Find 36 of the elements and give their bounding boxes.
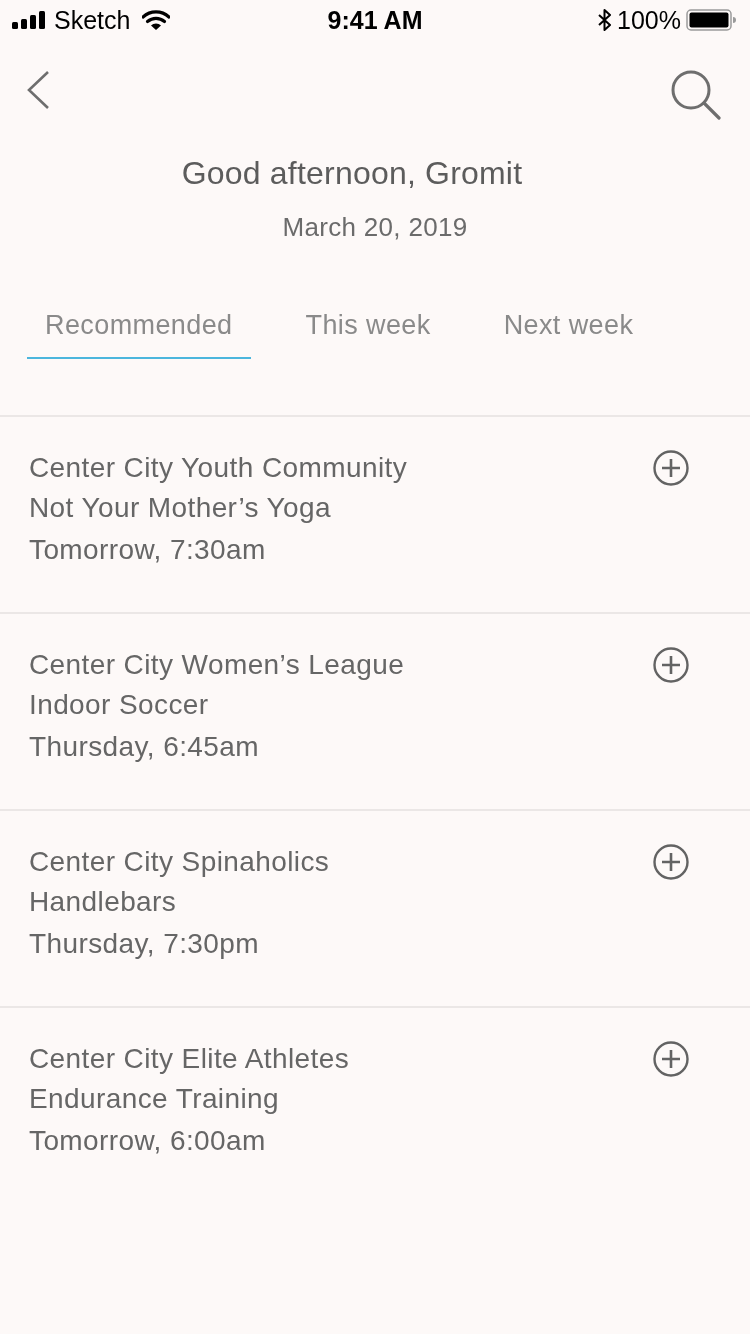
event-title: Indoor Soccer [29,688,209,722]
search-icon [671,70,721,120]
event-title: Handlebars [29,885,177,919]
date: March 20, 2019 [282,212,468,242]
battery-icon [686,9,736,31]
bluetooth-icon [598,9,613,31]
event-group: Center City Women’s League [29,645,405,685]
plus-circle-icon [653,844,689,880]
chevron-left-icon [26,70,50,110]
search-button[interactable] [671,70,721,120]
event-time: Thursday, 7:30pm [29,927,259,961]
battery-percent: 100% [617,5,681,35]
event-title: Endurance Training [29,1082,280,1116]
greeting: Good afternoon, Gromit [181,155,523,191]
wifi-icon [142,10,171,30]
plus-circle-icon [653,450,689,486]
tab[interactable]: Next week [485,300,652,359]
plus-circle-icon [653,647,689,683]
carrier-name: Sketch [54,5,131,35]
event-group: Center City Youth Community [29,448,408,488]
add-button[interactable] [653,844,689,880]
event-group: Center City Elite Athletes [29,1039,350,1079]
event-group: Center City Spinaholics [29,842,330,882]
tab[interactable]: This week [287,300,449,359]
add-button[interactable] [653,647,689,683]
event-time: Tomorrow, 6:00am [29,1124,266,1158]
back-button[interactable] [26,70,50,110]
plus-circle-icon [653,1041,689,1077]
signal-icon [12,11,46,29]
status-time: 9:41 AM [327,5,423,35]
event-title: Not Your Mother’s Yoga [29,491,331,525]
add-button[interactable] [653,450,689,486]
tab[interactable]: Recommended [27,300,251,359]
event-time: Thursday, 6:45am [29,730,259,764]
event-time: Tomorrow, 7:30am [29,533,266,567]
add-button[interactable] [653,1041,689,1077]
